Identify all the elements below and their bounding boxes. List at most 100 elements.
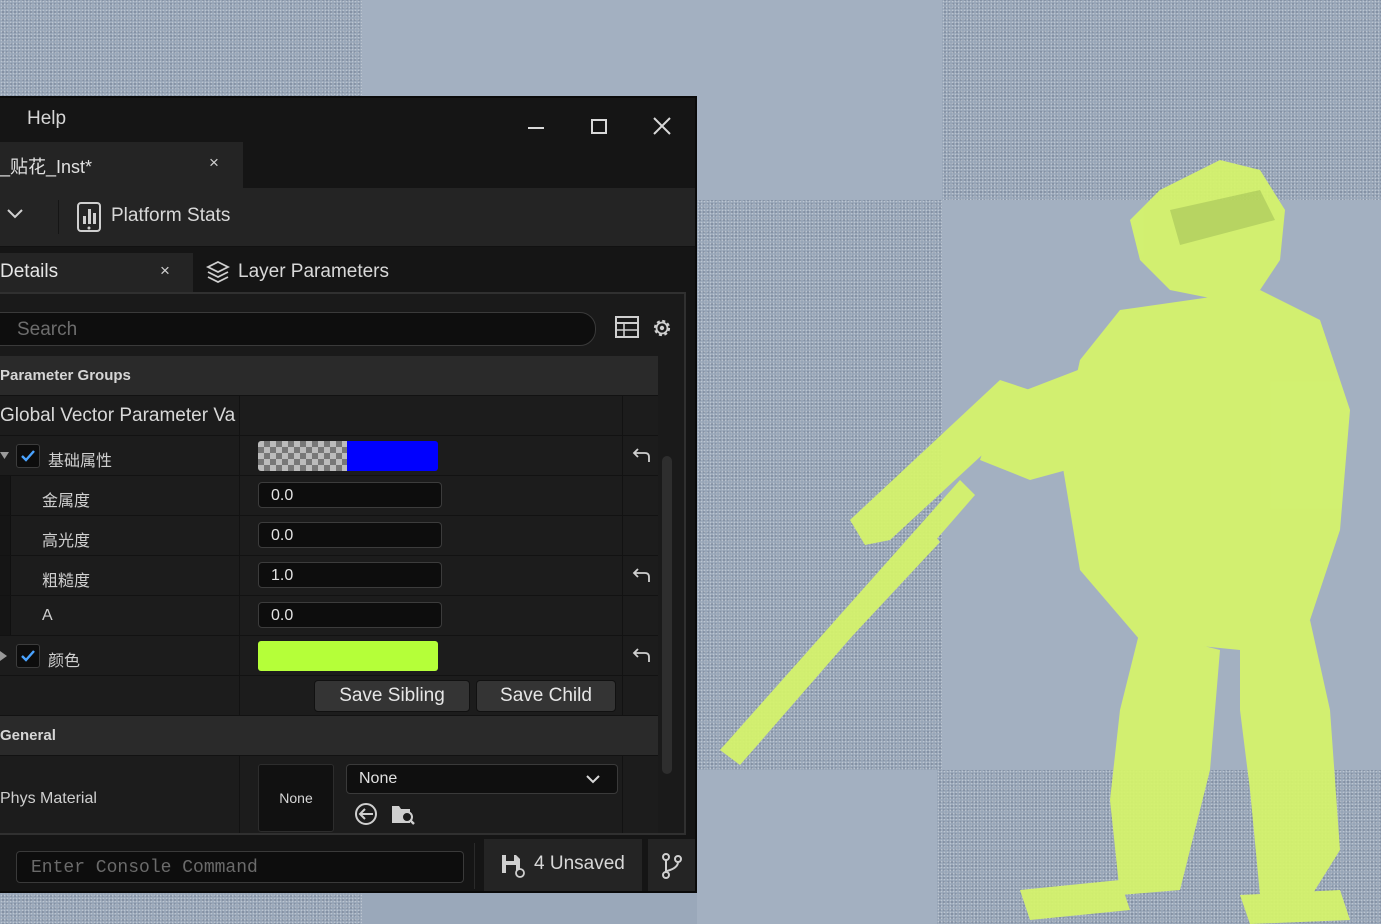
- number-value: 0.0: [271, 527, 294, 544]
- param-name: Phys Material: [0, 790, 97, 807]
- reset-arrow-icon: [632, 567, 650, 582]
- asset-thumbnail-label: None: [279, 790, 313, 806]
- name-column: [0, 676, 240, 715]
- reset-arrow-icon: [632, 647, 650, 662]
- platform-stats-button[interactable]: Platform Stats: [111, 205, 230, 227]
- document-tab[interactable]: _贴花_Inst* ×: [0, 142, 243, 188]
- value-column: 0.0: [240, 516, 623, 555]
- asset-thumbnail[interactable]: None: [258, 764, 334, 832]
- color-swatch-color[interactable]: [258, 641, 438, 671]
- param-enable-checkbox[interactable]: [16, 444, 40, 468]
- decal-figure: [720, 160, 1350, 924]
- number-field-specular[interactable]: 0.0: [258, 522, 442, 548]
- scrollbar-thumb[interactable]: [662, 456, 672, 774]
- search-row: [0, 294, 684, 356]
- save-buttons-row: Save Sibling Save Child: [0, 676, 658, 716]
- param-row-alpha: A 0.0: [0, 596, 658, 636]
- value-column: [240, 396, 623, 435]
- param-name: 金属度: [42, 493, 91, 510]
- toolbar-separator: [58, 200, 59, 234]
- save-sibling-button[interactable]: Save Sibling: [314, 680, 470, 712]
- value-column: 0.0: [240, 476, 623, 515]
- tab-details[interactable]: Details ×: [0, 253, 193, 292]
- number-value: 0.0: [271, 607, 294, 624]
- layers-icon: [206, 260, 230, 284]
- phys-material-combo[interactable]: None: [346, 764, 618, 794]
- search-box[interactable]: [0, 312, 596, 346]
- close-icon: [653, 117, 671, 135]
- name-column: 颜色: [0, 636, 240, 675]
- number-field-roughness[interactable]: 1.0: [258, 562, 442, 588]
- source-control-icon: [661, 853, 682, 879]
- tab-layer-parameters[interactable]: Layer Parameters: [238, 261, 389, 283]
- param-row-base-color: 基础属性: [0, 436, 658, 476]
- console-box[interactable]: [16, 851, 464, 883]
- unsaved-button[interactable]: 4 Unsaved: [484, 839, 642, 891]
- document-tab-close[interactable]: ×: [209, 153, 219, 173]
- param-row-color: 颜色: [0, 636, 658, 676]
- status-separator: [474, 843, 475, 889]
- name-column: 金属度: [0, 476, 240, 515]
- use-selected-arrow-icon[interactable]: [354, 802, 378, 826]
- platform-stats-icon: [77, 202, 101, 232]
- source-control-button[interactable]: [648, 839, 695, 891]
- maximize-icon: [591, 119, 607, 134]
- expand-arrow-icon[interactable]: [0, 451, 10, 461]
- group-header-row[interactable]: Global Vector Parameter Va: [0, 396, 658, 436]
- alpha-checker: [258, 441, 347, 471]
- reset-to-default-button[interactable]: [623, 556, 658, 595]
- reset-to-default-button[interactable]: [623, 636, 658, 675]
- combo-value: None: [359, 770, 398, 787]
- name-column: Global Vector Parameter Va: [0, 396, 240, 435]
- chevron-down-icon[interactable]: [6, 208, 24, 220]
- value-column: [240, 436, 623, 475]
- tab-details-close[interactable]: ×: [160, 261, 170, 281]
- menu-help[interactable]: Help: [27, 108, 66, 130]
- console-command-input[interactable]: [29, 856, 453, 880]
- name-column: A: [0, 596, 240, 635]
- param-name: 粗糙度: [42, 573, 91, 590]
- param-name: A: [42, 607, 53, 624]
- name-column: 粗糙度: [0, 556, 240, 595]
- browse-icon[interactable]: [390, 802, 416, 826]
- maximize-button[interactable]: [579, 106, 619, 146]
- color-swatch-base[interactable]: [258, 441, 438, 471]
- category-parameter-groups[interactable]: Parameter Groups: [0, 356, 658, 396]
- title-bar: Help: [0, 98, 695, 142]
- name-column: 高光度: [0, 516, 240, 555]
- param-row-metallic: 金属度 0.0: [0, 476, 658, 516]
- group-header-label: Global Vector Parameter Va: [0, 405, 236, 426]
- value-column: Save Sibling Save Child: [240, 676, 623, 715]
- minimize-button[interactable]: [516, 106, 556, 146]
- gear-icon[interactable]: [650, 316, 674, 340]
- close-window-button[interactable]: [642, 106, 682, 146]
- chevron-down-icon: [586, 775, 600, 784]
- number-field-metallic[interactable]: 0.0: [258, 482, 442, 508]
- param-enable-checkbox[interactable]: [16, 644, 40, 668]
- panel-tab-row: Details × Layer Parameters: [0, 248, 695, 292]
- category-label: Parameter Groups: [0, 367, 131, 384]
- material-instance-editor-window: Help _贴花_Inst* × Platform Stats Details …: [0, 96, 697, 893]
- checkmark-icon: [21, 450, 35, 462]
- category-general[interactable]: General: [0, 716, 658, 756]
- value-column: [240, 636, 623, 675]
- number-value: 0.0: [271, 487, 294, 504]
- indent-bar: [0, 556, 11, 595]
- save-child-button[interactable]: Save Child: [476, 680, 616, 712]
- number-value: 1.0: [271, 567, 294, 584]
- reset-arrow-icon: [632, 447, 650, 462]
- indent-bar: [0, 596, 11, 635]
- checkmark-icon: [21, 650, 35, 662]
- name-column: 基础属性: [0, 436, 240, 475]
- number-field-alpha[interactable]: 0.0: [258, 602, 442, 628]
- search-input[interactable]: [15, 317, 579, 343]
- param-row-roughness: 粗糙度 1.0: [0, 556, 658, 596]
- document-tab-label: _贴花_Inst*: [0, 157, 93, 177]
- table-view-icon[interactable]: [615, 316, 639, 338]
- param-name: 颜色: [48, 653, 81, 670]
- unsaved-label: 4 Unsaved: [534, 853, 625, 874]
- value-column: None None: [240, 756, 623, 833]
- collapsed-arrow-icon[interactable]: [0, 651, 8, 661]
- indent-bar: [0, 516, 11, 555]
- reset-to-default-button[interactable]: [623, 436, 658, 475]
